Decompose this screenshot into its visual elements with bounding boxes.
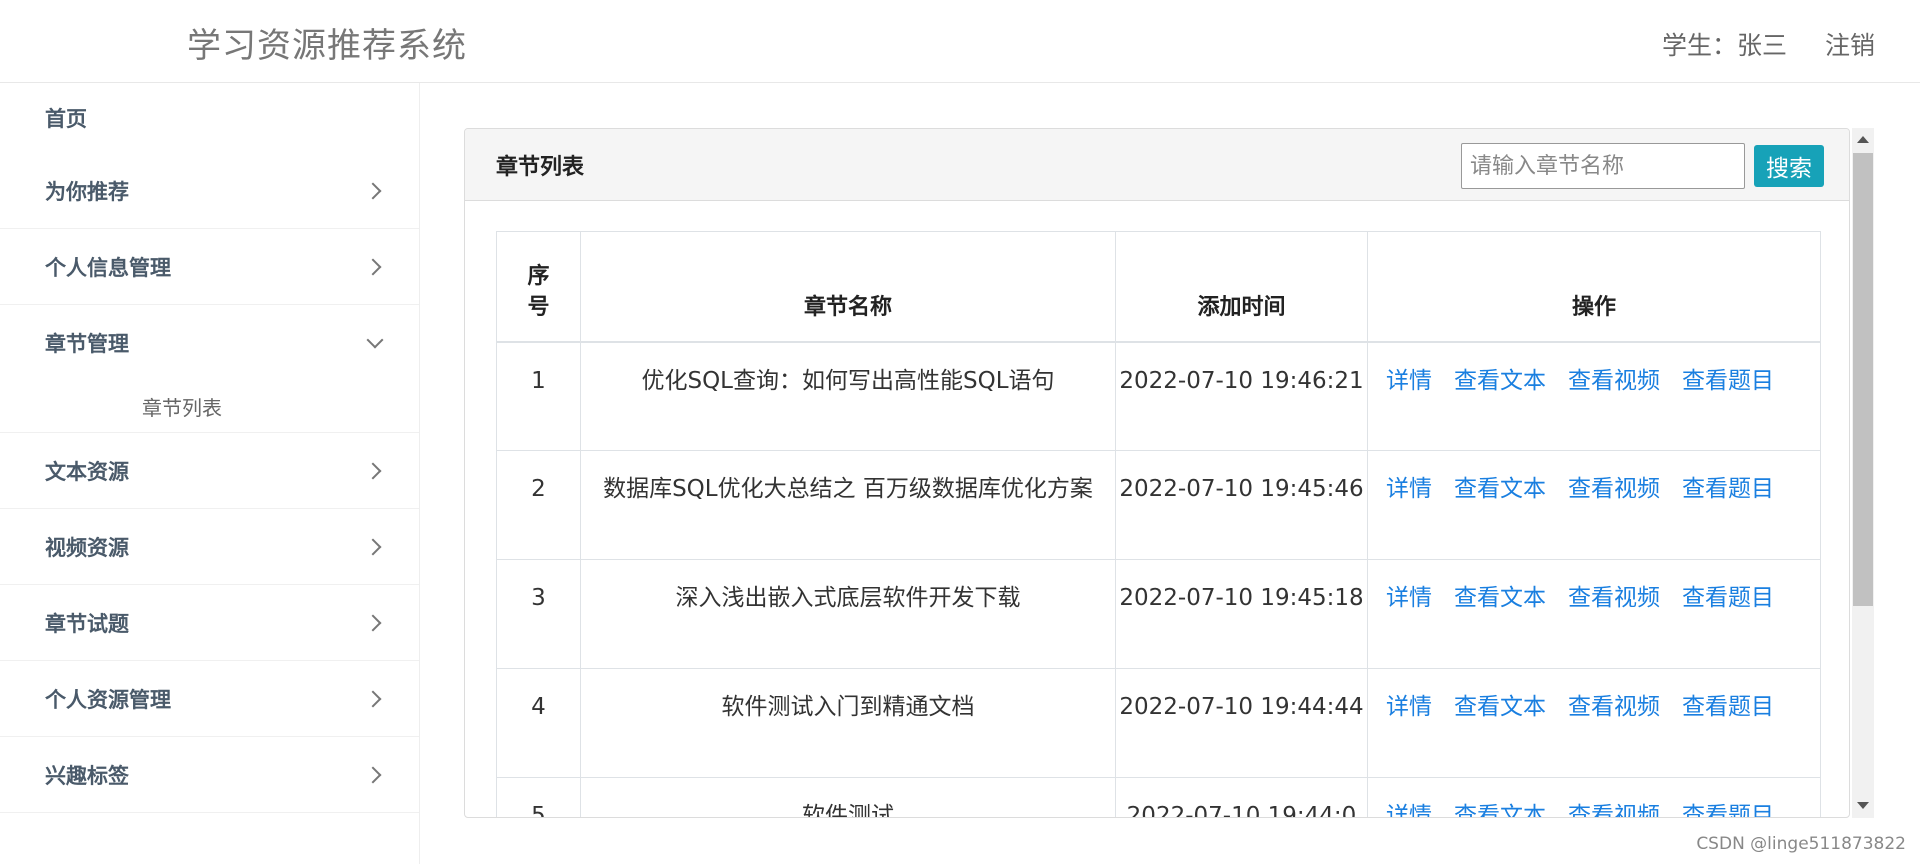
sidebar-subitem-chapter-list[interactable]: 章节列表 xyxy=(0,381,419,433)
chapter-table: 序 号 章节名称 添加时间 操作 1 优化SQL查询：如何写出高性能SQL语句 20… xyxy=(496,231,1821,817)
cell-index: 5 xyxy=(496,777,581,817)
view-text-link[interactable]: 查看文本 xyxy=(1454,803,1546,817)
sidebar-item-home[interactable]: 首页 xyxy=(0,83,419,153)
chevron-right-icon xyxy=(364,766,382,783)
chevron-right-icon xyxy=(364,614,382,631)
card-header: 章节列表 搜索 xyxy=(465,129,1849,201)
cell-chapter-name: 数据库SQL优化大总结之 百万级数据库优化方案 xyxy=(580,450,1116,560)
sidebar-item-label: 章节试题 xyxy=(45,611,129,636)
main-content: 章节列表 搜索 序 号 章节名称 添加时间 操作 1优化SQL查询：如何写出高性… xyxy=(420,83,1920,864)
sidebar-item-text-resources[interactable]: 文本资源 xyxy=(0,433,419,509)
sidebar-item-chapter-questions[interactable]: 章节试题 xyxy=(0,585,419,661)
search-button[interactable]: 搜索 xyxy=(1754,145,1824,187)
view-video-link[interactable]: 查看视频 xyxy=(1568,368,1660,394)
sidebar-item-label: 首页 xyxy=(45,107,87,131)
sidebar-item-chapters[interactable]: 章节管理 xyxy=(0,305,419,381)
sidebar-item-label: 兴趣标签 xyxy=(45,763,129,788)
chapter-list-card: 章节列表 搜索 序 号 章节名称 添加时间 操作 1优化SQL查询：如何写出高性… xyxy=(464,128,1850,818)
column-header-time: 添加时间 xyxy=(1115,231,1368,343)
view-video-link[interactable]: 查看视频 xyxy=(1568,476,1660,502)
top-header: 学习资源推荐系统 学生：张三 注销 xyxy=(0,0,1920,83)
view-text-link[interactable]: 查看文本 xyxy=(1454,476,1546,502)
view-video-link[interactable]: 查看视频 xyxy=(1568,803,1660,817)
details-link[interactable]: 详情 xyxy=(1386,694,1432,720)
cell-index: 1 xyxy=(496,341,581,451)
sidebar: 首页 为你推荐 个人信息管理 章节管理 章节列表 文本资源 视频资源 章节试题 … xyxy=(0,83,420,864)
scroll-up-arrow-icon[interactable] xyxy=(1857,136,1869,143)
cell-index: 3 xyxy=(496,559,581,669)
view-questions-link[interactable]: 查看题目 xyxy=(1682,476,1774,502)
cell-actions: 详情 查看文本 查看视频 查看题目 xyxy=(1367,341,1821,451)
cell-actions: 详情 查看文本 查看视频 查看题目 xyxy=(1367,777,1821,817)
sidebar-item-label: 个人信息管理 xyxy=(45,255,171,280)
table-row: 4 软件测试入门到精通文档 2022-07-10 19:44:44 详情 查看文本 查看视… xyxy=(496,668,1821,778)
view-text-link[interactable]: 查看文本 xyxy=(1454,368,1546,394)
cell-added-time: 2022-07-10 19:45:46 xyxy=(1115,450,1368,560)
chapter-table-wrapper: 序 号 章节名称 添加时间 操作 1 优化SQL查询：如何写出高性能SQL语句 20… xyxy=(496,231,1821,817)
sidebar-item-personal-resources[interactable]: 个人资源管理 xyxy=(0,661,419,737)
chevron-right-icon xyxy=(364,538,382,555)
view-questions-link[interactable]: 查看题目 xyxy=(1682,368,1774,394)
details-link[interactable]: 详情 xyxy=(1386,585,1432,611)
sidebar-item-profile[interactable]: 个人信息管理 xyxy=(0,229,419,305)
cell-added-time: 2022-07-10 19:44:0 xyxy=(1115,777,1368,817)
cell-added-time: 2022-07-10 19:46:21 xyxy=(1115,341,1368,451)
chevron-right-icon xyxy=(364,690,382,707)
column-header-name: 章节名称 xyxy=(580,231,1116,343)
view-text-link[interactable]: 查看文本 xyxy=(1454,694,1546,720)
search-input[interactable] xyxy=(1461,143,1745,189)
cell-index: 2 xyxy=(496,450,581,560)
cell-index: 4 xyxy=(496,668,581,778)
sidebar-item-video-resources[interactable]: 视频资源 xyxy=(0,509,419,585)
view-questions-link[interactable]: 查看题目 xyxy=(1682,803,1774,817)
details-link[interactable]: 详情 xyxy=(1386,368,1432,394)
logout-link[interactable]: 注销 xyxy=(1825,26,1875,62)
watermark: CSDN @linge511873822 xyxy=(1696,834,1906,854)
column-header-actions: 操作 xyxy=(1367,231,1821,343)
user-area: 学生：张三 注销 xyxy=(1662,26,1875,62)
view-questions-link[interactable]: 查看题目 xyxy=(1682,694,1774,720)
scroll-thumb[interactable] xyxy=(1853,153,1873,606)
chevron-right-icon xyxy=(364,462,382,479)
cell-added-time: 2022-07-10 19:44:44 xyxy=(1115,668,1368,778)
sidebar-item-label: 个人资源管理 xyxy=(45,687,171,712)
sidebar-item-label: 章节管理 xyxy=(45,332,129,356)
details-link[interactable]: 详情 xyxy=(1386,476,1432,502)
scroll-down-arrow-icon[interactable] xyxy=(1857,802,1869,809)
cell-chapter-name: 软件测试入门到精通文档 xyxy=(580,668,1116,778)
column-header-index: 序 号 xyxy=(496,231,581,343)
cell-actions: 详情 查看文本 查看视频 查看题目 xyxy=(1367,668,1821,778)
view-questions-link[interactable]: 查看题目 xyxy=(1682,585,1774,611)
cell-chapter-name: 深入浅出嵌入式底层软件开发下载 xyxy=(580,559,1116,669)
current-user: 学生：张三 xyxy=(1661,31,1787,60)
sidebar-item-interest-tags[interactable]: 兴趣标签 xyxy=(0,737,419,813)
view-text-link[interactable]: 查看文本 xyxy=(1454,585,1546,611)
sidebar-item-label: 为你推荐 xyxy=(45,179,129,204)
view-video-link[interactable]: 查看视频 xyxy=(1568,585,1660,611)
vertical-scrollbar[interactable] xyxy=(1852,128,1874,818)
cell-actions: 详情 查看文本 查看视频 查看题目 xyxy=(1367,559,1821,669)
table-row: 1 优化SQL查询：如何写出高性能SQL语句 2022-07-10 19:46:21… xyxy=(496,341,1821,451)
table-row: 2 数据库SQL优化大总结之 百万级数据库优化方案 2022-07-10 19:45… xyxy=(496,450,1821,560)
chevron-down-icon xyxy=(366,331,384,349)
cell-actions: 详情 查看文本 查看视频 查看题目 xyxy=(1367,450,1821,560)
table-row: 5 软件测试 2022-07-10 19:44:0 详情 查看文本 查看视频 查看题目 xyxy=(496,777,1821,817)
cell-chapter-name: 优化SQL查询：如何写出高性能SQL语句 xyxy=(580,341,1116,451)
chevron-right-icon xyxy=(364,182,382,199)
cell-added-time: 2022-07-10 19:45:18 xyxy=(1115,559,1368,669)
sidebar-item-label: 视频资源 xyxy=(45,535,129,560)
app-title: 学习资源推荐系统 xyxy=(187,26,467,66)
details-link[interactable]: 详情 xyxy=(1386,803,1432,817)
chevron-right-icon xyxy=(364,258,382,275)
sidebar-item-label: 文本资源 xyxy=(45,459,129,484)
table-header-row: 序 号 章节名称 添加时间 操作 xyxy=(496,231,1821,343)
view-video-link[interactable]: 查看视频 xyxy=(1568,694,1660,720)
cell-chapter-name: 软件测试 xyxy=(580,777,1116,817)
table-row: 3 深入浅出嵌入式底层软件开发下载 2022-07-10 19:45:18 详情 查看文… xyxy=(496,559,1821,669)
sidebar-item-recommend[interactable]: 为你推荐 xyxy=(0,153,419,229)
card-title: 章节列表 xyxy=(496,155,585,180)
